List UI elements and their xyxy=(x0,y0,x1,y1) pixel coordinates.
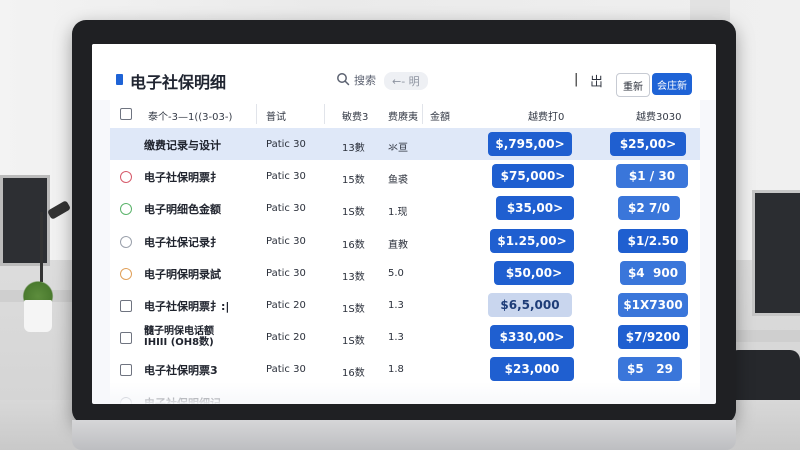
row-plan: Patic 20 xyxy=(266,300,306,311)
row-name: 缴费记录与设计 xyxy=(144,139,221,152)
header-amount[interactable]: 越费3030 xyxy=(636,108,681,123)
row-radio[interactable] xyxy=(120,235,132,248)
text-cursor: | xyxy=(574,72,579,87)
total-amount-pill[interactable]: $75,000> xyxy=(492,164,574,189)
table-row[interactable]: 电子社保记录扌 Patic 30 16数 直教 $1.25,00> $1/2.50 xyxy=(110,224,700,259)
desk-lamp-arm xyxy=(40,212,43,282)
table-row[interactable]: 电子社保明票扌:| Patic 20 1S数 1.3 $6,5,000 $1X7300 xyxy=(110,289,700,323)
primary-action-button[interactable]: 会庄新 xyxy=(652,73,692,95)
row-count: 15数 xyxy=(342,175,365,187)
row-name: 电子社保明票扌:| xyxy=(144,300,230,313)
amount-pill[interactable]: $25,00> xyxy=(610,132,686,156)
row-name: 电子社保记录扌 xyxy=(144,235,221,249)
back-navigation[interactable]: ←- 明 xyxy=(384,72,428,90)
row-plan: Patic 20 xyxy=(266,332,306,344)
header-name[interactable]: 泰个-3—1((3-03-) xyxy=(148,108,232,123)
column-separator xyxy=(256,104,257,124)
header-fee[interactable]: 费赓夷 xyxy=(388,108,418,123)
total-amount-pill[interactable]: $6,5,000 xyxy=(488,293,572,317)
background-desk-right xyxy=(730,330,800,342)
page-title: 电子社保明细 xyxy=(130,73,227,92)
row-plan: Patic 30 xyxy=(266,235,306,247)
total-amount-pill[interactable]: $23,000 xyxy=(490,357,574,382)
row-fee: 1.8 xyxy=(388,364,404,376)
table-row[interactable]: 电子社保明票扌 Patic 30 15数 鱼裘 $75,000> $1 / 30 xyxy=(110,160,700,195)
plant-pot xyxy=(24,300,52,332)
row-fee: 直教 xyxy=(388,239,408,251)
row-checkbox[interactable] xyxy=(120,332,132,345)
row-plan: Patic 30 xyxy=(266,139,306,150)
row-count: 1S数 xyxy=(342,336,365,348)
amount-pill[interactable]: $1 / 30 xyxy=(616,164,688,189)
row-radio[interactable] xyxy=(120,267,132,280)
amount-pill[interactable]: $4 900 xyxy=(620,260,686,285)
row-count: 1S数 xyxy=(342,304,365,315)
row-name: 电子明保明录試 xyxy=(144,267,221,281)
header-total[interactable]: 越费打0 xyxy=(528,108,564,123)
brand-mark-icon xyxy=(116,74,123,85)
row-fee: 鱼裘 xyxy=(388,175,408,187)
screen: 电子社保明细 搜索 ←- 明 | 岀 重新 会庄新 泰个-3—1((3-03-)… xyxy=(92,44,716,404)
reset-button[interactable]: 重新 xyxy=(616,73,650,97)
table-header: 泰个-3—1((3-03-) 普试 敏费3 费赓夷 金額 越费打0 越费3030 xyxy=(110,100,700,129)
table-row[interactable]: 电子明保明录試 Patic 30 13数 5.0 $50,00> $4 900 xyxy=(110,256,700,291)
amount-pill[interactable]: $2 7/0 xyxy=(618,196,680,221)
row-plan: Patic 30 xyxy=(266,203,306,215)
table-row[interactable]: 电子明细色金额 Patic 30 1S数 1.现 $35,00> $2 7/0 xyxy=(110,192,700,227)
header-plan[interactable]: 普试 xyxy=(266,108,286,123)
column-separator xyxy=(324,104,325,124)
amount-pill[interactable]: $5 29 xyxy=(618,357,682,382)
total-amount-pill[interactable]: $,795,00> xyxy=(488,132,572,156)
total-amount-pill[interactable]: $330,00> xyxy=(490,325,574,350)
row-fee: 5.0 xyxy=(388,267,404,279)
amount-pill[interactable]: $1/2.50 xyxy=(618,228,688,253)
select-all-checkbox[interactable] xyxy=(120,108,132,120)
row-fee: 1.现 xyxy=(388,207,408,219)
amount-pill[interactable]: $1X7300 xyxy=(618,293,688,317)
row-name: 电子明细色金额 xyxy=(144,203,221,217)
scroll-fade xyxy=(110,382,700,404)
row-fee: 1.3 xyxy=(388,300,404,311)
row-name: 电子社保明票3 xyxy=(144,364,218,378)
row-plan: Patic 30 xyxy=(266,364,306,376)
monitor-chin xyxy=(72,420,736,450)
total-amount-pill[interactable]: $50,00> xyxy=(494,260,574,285)
total-amount-pill[interactable]: $35,00> xyxy=(496,196,574,221)
row-count: 13數 xyxy=(342,143,365,154)
row-plan: Patic 30 xyxy=(266,267,306,279)
header-count[interactable]: 敏费3 xyxy=(342,108,368,123)
row-count: 13数 xyxy=(342,271,365,283)
table-row[interactable]: 髓子明保电话额 IHIII (OH8数) Patic 20 1S数 1.3 $330,00… xyxy=(110,321,700,356)
header-amount-label[interactable]: 金額 xyxy=(430,108,450,123)
total-amount-pill[interactable]: $1.25,00> xyxy=(490,228,574,253)
amount-pill[interactable]: $7/9200 xyxy=(618,325,688,350)
row-checkbox[interactable] xyxy=(120,300,132,312)
row-fee: 1.3 xyxy=(388,332,404,344)
row-count: 16数 xyxy=(342,368,365,380)
row-plan: Patic 30 xyxy=(266,171,306,183)
header-text-button[interactable]: 岀 xyxy=(590,71,603,90)
row-fee: 氺亘 xyxy=(388,143,408,154)
row-radio[interactable] xyxy=(120,203,132,216)
row-name: 电子社保明票扌 xyxy=(144,171,221,185)
row-checkbox[interactable] xyxy=(120,364,132,377)
row-name: 髓子明保电话额 IHIII (OH8数) xyxy=(144,326,214,349)
background-monitor-right xyxy=(752,190,800,316)
search-label[interactable]: 搜索 xyxy=(354,72,376,88)
row-count: 1S数 xyxy=(342,207,365,219)
table-row[interactable]: 缴费记录与设计 Patic 30 13數 氺亘 $,795,00> $25,00> xyxy=(110,128,700,162)
column-separator xyxy=(422,104,423,124)
row-radio[interactable] xyxy=(120,171,132,184)
row-count: 16数 xyxy=(342,239,365,251)
search-icon[interactable] xyxy=(336,72,350,86)
app-header: 电子社保明细 搜索 ←- 明 | 岀 重新 会庄新 xyxy=(92,44,716,100)
records-table: 泰个-3—1((3-03-) 普试 敏费3 费赓夷 金額 越费打0 越费3030… xyxy=(110,100,700,404)
